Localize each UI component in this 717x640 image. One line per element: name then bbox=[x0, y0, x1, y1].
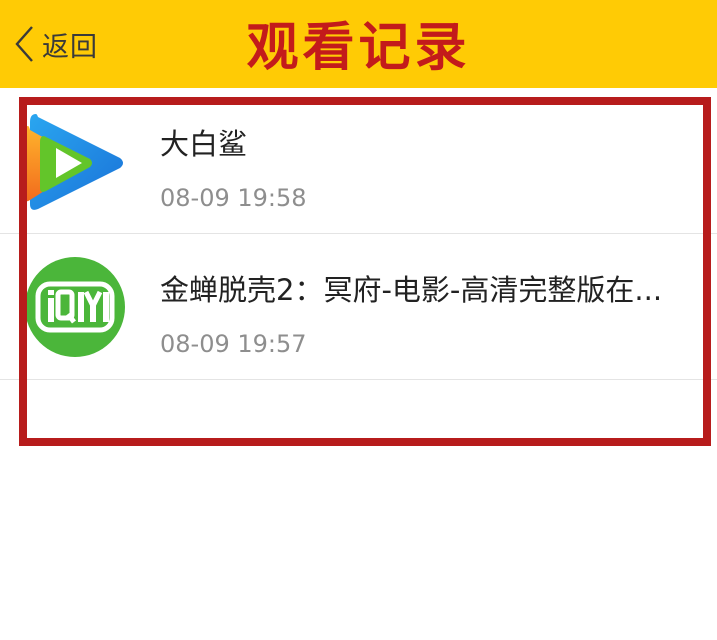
tencent-video-icon bbox=[24, 114, 123, 210]
item-title: 大白鲨 bbox=[160, 127, 248, 161]
item-title: 金蝉脱壳2：冥府-电影-高清完整版在... bbox=[160, 273, 663, 307]
list-item[interactable]: 大白鲨 08-09 19:58 bbox=[0, 88, 717, 234]
item-time: 08-09 19:58 bbox=[160, 184, 307, 212]
list-item[interactable]: 金蝉脱壳2：冥府-电影-高清完整版在... 08-09 19:57 bbox=[0, 234, 717, 380]
iqiyi-icon bbox=[25, 257, 125, 357]
item-time: 08-09 19:57 bbox=[160, 330, 307, 358]
top-bar: 返回 观看记录 bbox=[0, 0, 717, 88]
history-list: 大白鲨 08-09 19:58 金蝉脱壳2：冥府-电影-高清完整版在... 08… bbox=[0, 88, 717, 380]
page-title: 观看记录 bbox=[246, 18, 471, 78]
